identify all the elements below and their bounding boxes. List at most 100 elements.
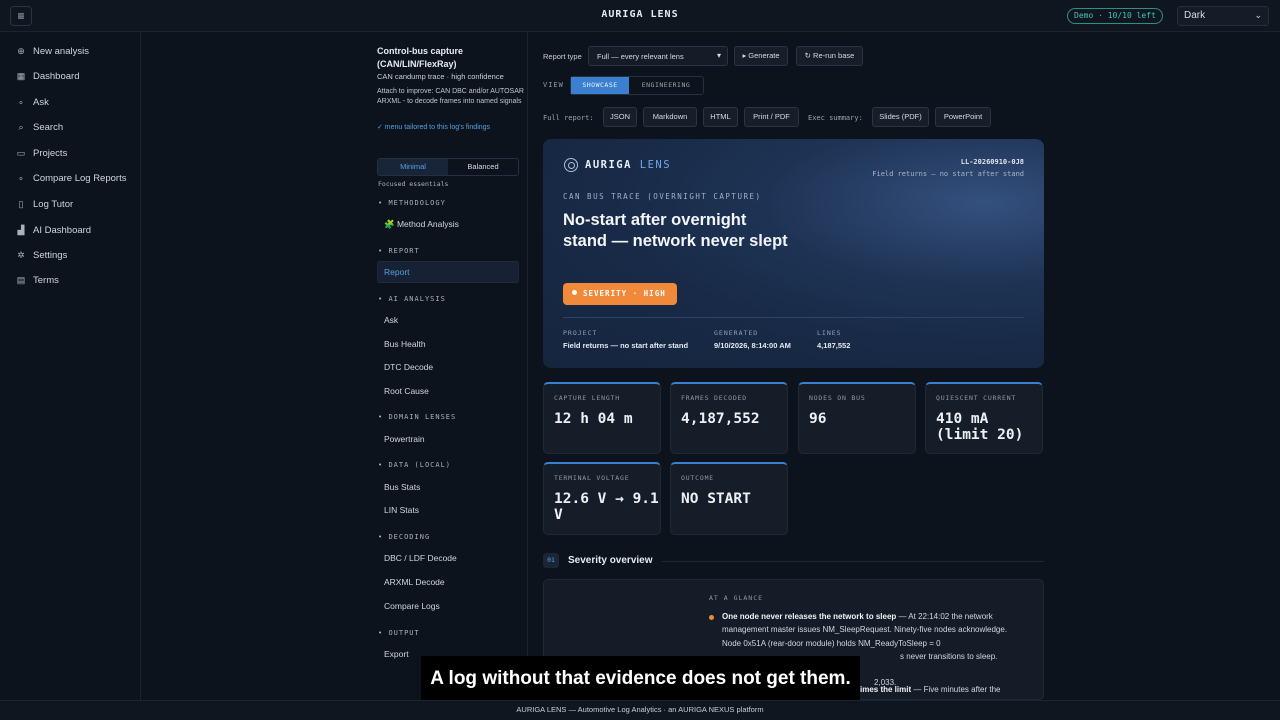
- lens-menu-panel: Control-bus capture (CAN/LIN/FlexRay) CA…: [370, 32, 528, 700]
- sidebar-item-log-tutor[interactable]: ▯ Log Tutor: [16, 195, 74, 213]
- meta-lines-value: 4,187,552: [817, 341, 851, 350]
- stat-value: 410 mA (limit 20): [936, 411, 1024, 443]
- print-pdf-button[interactable]: Print / PDF: [744, 107, 799, 127]
- plus-circle-icon: ⊕: [17, 45, 25, 56]
- generate-button[interactable]: ▸ Generate: [734, 46, 788, 66]
- dot-icon: ∘: [18, 172, 24, 183]
- section-report: • REPORT: [378, 247, 420, 255]
- sidebar-item-search[interactable]: ⌕ Search: [16, 118, 63, 136]
- menu-item-dtc-decode[interactable]: DTC Decode: [384, 362, 433, 372]
- stat-label: NODES ON BUS: [809, 394, 866, 402]
- subtitle-caption: A log without that evidence does not get…: [421, 656, 860, 701]
- menu-item-lin-stats[interactable]: LIN Stats: [384, 505, 419, 515]
- stat-quiescent-current: QUIESCENT CURRENT 410 mA (limit 20): [925, 382, 1043, 454]
- brand-logo: AURIGA LENS: [585, 159, 672, 171]
- section-decoding: • DECODING: [378, 533, 431, 541]
- bullet-icon: [709, 615, 714, 620]
- section-domain-lenses: • DOMAIN LENSES: [378, 413, 457, 421]
- book-icon: ▯: [18, 198, 24, 209]
- export-json-button[interactable]: JSON: [603, 107, 637, 127]
- rerun-base-button[interactable]: ↻ Re-run base: [796, 46, 863, 66]
- menu-item-ask[interactable]: Ask: [384, 315, 398, 325]
- full-report-label: Full report:: [543, 114, 594, 122]
- report-project-ref: Field returns — no start after stand: [872, 170, 1024, 178]
- severity-dot-icon: [572, 290, 577, 295]
- export-markdown-button[interactable]: Markdown: [643, 107, 697, 127]
- meta-generated-value: 9/10/2026, 8:14:00 AM: [714, 341, 791, 350]
- capture-subtitle: CAN candump trace · high confidence: [377, 72, 504, 81]
- stat-frames-decoded: FRAMES DECODED 4,187,552: [670, 382, 788, 454]
- grid-icon: ▦: [16, 70, 26, 81]
- stat-value: 4,187,552: [681, 411, 760, 427]
- hero-divider: [563, 317, 1024, 318]
- sidebar-item-projects[interactable]: ▭ Projects: [16, 144, 68, 162]
- tab-engineering[interactable]: ENGINEERING: [629, 77, 703, 94]
- theme-select[interactable]: Dark ⌄: [1177, 6, 1269, 26]
- sidebar-item-label: Projects: [33, 147, 68, 159]
- report-hero-card: AURIGA LENS LL-20260910-0J8 Field return…: [543, 139, 1044, 368]
- stat-value: 12.6 V → 9.1 V: [554, 491, 659, 523]
- folder-icon: ▭: [16, 147, 26, 158]
- stat-value: 12 h 04 m: [554, 411, 633, 427]
- stat-label: TERMINAL VOLTAGE: [554, 474, 630, 482]
- slides-pdf-button[interactable]: Slides (PDF): [872, 107, 929, 127]
- tab-showcase[interactable]: SHOWCASE: [571, 77, 629, 94]
- demo-badge: Demo · 10/10 left: [1067, 8, 1163, 24]
- sidebar-item-label: Dashboard: [33, 70, 80, 82]
- menu-item-method-analysis[interactable]: 🧩 Method Analysis: [384, 219, 459, 230]
- lens-logo-icon: [564, 158, 578, 172]
- view-label: VIEW: [543, 81, 564, 89]
- stat-label: FRAMES DECODED: [681, 394, 747, 402]
- sidebar-item-dashboard[interactable]: ▦ Dashboard: [16, 67, 80, 85]
- meta-project-label: PROJECT: [563, 329, 598, 337]
- menu-item-dbc-ldf-decode[interactable]: DBC / LDF Decode: [384, 553, 457, 563]
- sidebar-item-ask[interactable]: ∘ Ask: [16, 93, 49, 111]
- menu-item-export[interactable]: Export: [384, 649, 409, 659]
- menu-item-arxml-decode[interactable]: ARXML Decode: [384, 577, 445, 587]
- bar-chart-icon: ▟: [17, 224, 25, 235]
- chevron-down-icon: ⌄: [1254, 10, 1262, 20]
- menu-item-report[interactable]: Report: [377, 261, 519, 283]
- sidebar-item-new-analysis[interactable]: ⊕ New analysis: [16, 42, 89, 60]
- menu-item-root-cause[interactable]: Root Cause: [384, 386, 429, 396]
- sidebar-item-compare[interactable]: ∘ Compare Log Reports: [16, 169, 126, 187]
- stat-outcome: OUTCOME NO START: [670, 462, 788, 535]
- density-minimal[interactable]: Minimal: [378, 159, 448, 175]
- stat-label: CAPTURE LENGTH: [554, 394, 620, 402]
- menu-item-powertrain[interactable]: Powertrain: [384, 434, 425, 444]
- sidebar-item-ai-dashboard[interactable]: ▟ AI Dashboard: [16, 221, 92, 239]
- menu-item-bus-stats[interactable]: Bus Stats: [384, 482, 420, 492]
- report-headline: No-start after overnight stand — network…: [563, 211, 788, 250]
- section-data-local: • DATA (LOCAL): [378, 461, 452, 469]
- sidebar-item-label: Settings: [33, 249, 68, 261]
- stat-capture-length: CAPTURE LENGTH 12 h 04 m: [543, 382, 661, 454]
- exec-summary-label: Exec summary:: [808, 114, 863, 122]
- report-id: LL-20260910-0J8: [960, 158, 1024, 166]
- report-type-select[interactable]: Full — every relevant lens ▾: [588, 46, 728, 66]
- menu-item-compare-logs[interactable]: Compare Logs: [384, 601, 440, 611]
- export-html-button[interactable]: HTML: [703, 107, 738, 127]
- view-toggle: SHOWCASE ENGINEERING: [570, 76, 704, 95]
- powerpoint-button[interactable]: PowerPoint: [935, 107, 991, 127]
- gear-icon: ✲: [17, 249, 25, 260]
- at-a-glance-label: AT A GLANCE: [709, 594, 764, 602]
- attach-hint: Attach to improve: CAN DBC and/or AUTOSA…: [377, 88, 524, 105]
- top-bar: ≡ AURIGA LENS Demo · 10/10 left Dark ⌄: [0, 0, 1280, 32]
- sidebar-item-terms[interactable]: ▤ Terms: [16, 271, 59, 289]
- stat-value: NO START: [681, 491, 751, 507]
- report-type-label: Report type: [543, 52, 582, 61]
- density-balanced[interactable]: Balanced: [448, 159, 518, 175]
- menu-density-toggle: Minimal Balanced: [377, 158, 519, 176]
- sidebar-item-label: Terms: [33, 274, 59, 286]
- sidebar-item-label: Compare Log Reports: [33, 172, 127, 184]
- stat-terminal-voltage: TERMINAL VOLTAGE 12.6 V → 9.1 V: [543, 462, 661, 535]
- section-rule: [662, 561, 1044, 562]
- trace-kicker: CAN BUS TRACE (OVERNIGHT CAPTURE): [563, 192, 762, 201]
- tailored-note: ✓ menu tailored to this log's findings: [377, 124, 491, 131]
- meta-project-value: Field returns — no start after stand: [563, 341, 689, 350]
- sidebar-item-settings[interactable]: ✲ Settings: [16, 246, 67, 264]
- severity-badge: SEVERITY · HIGH: [563, 283, 677, 305]
- footer: AURIGA LENS — Automotive Log Analytics ·…: [0, 700, 1280, 720]
- focused-label: Focused essentials: [378, 180, 449, 188]
- menu-item-bus-health[interactable]: Bus Health: [384, 339, 426, 349]
